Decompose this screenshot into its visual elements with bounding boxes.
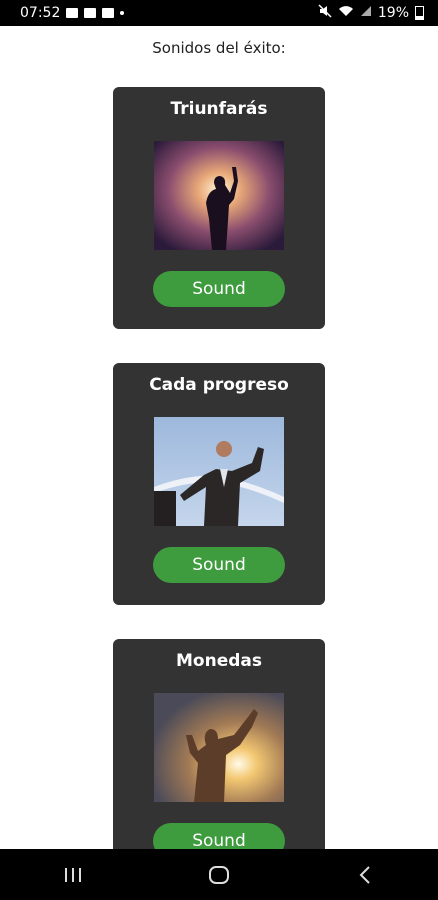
more-notifications-icon — [120, 11, 125, 15]
sound-card-cada-progreso: Cada progreso Sound — [113, 363, 325, 605]
mail-icon — [84, 8, 97, 18]
sound-card-monedas: Monedas Sound — [113, 639, 325, 881]
section-title: Sonidos del éxito: — [152, 39, 286, 57]
woman-sunset-victory-image — [154, 693, 284, 802]
mute-icon — [318, 4, 332, 22]
card-title: Triunfarás — [170, 99, 268, 119]
status-time: 07:52 — [20, 5, 61, 21]
navigation-bar — [0, 849, 438, 900]
app-notification-icon — [102, 8, 115, 18]
battery-percent: 19% — [377, 5, 409, 21]
wifi-icon — [338, 5, 354, 21]
status-bar: 07:52 19% — [0, 0, 438, 26]
sound-button[interactable]: Sound — [153, 271, 285, 307]
gallery-icon — [66, 8, 79, 18]
silhouette-raised-fist-image — [154, 141, 284, 250]
battery-icon — [415, 6, 424, 20]
recents-icon[interactable] — [53, 855, 93, 895]
card-title: Cada progreso — [149, 375, 289, 395]
signal-icon — [360, 5, 372, 21]
home-icon[interactable] — [199, 855, 239, 895]
back-icon[interactable] — [345, 855, 385, 895]
sound-card-triunfaras: Triunfarás Sound — [113, 87, 325, 329]
card-title: Monedas — [176, 651, 262, 671]
businessman-finish-line-image — [154, 417, 284, 526]
sound-button[interactable]: Sound — [153, 547, 285, 583]
